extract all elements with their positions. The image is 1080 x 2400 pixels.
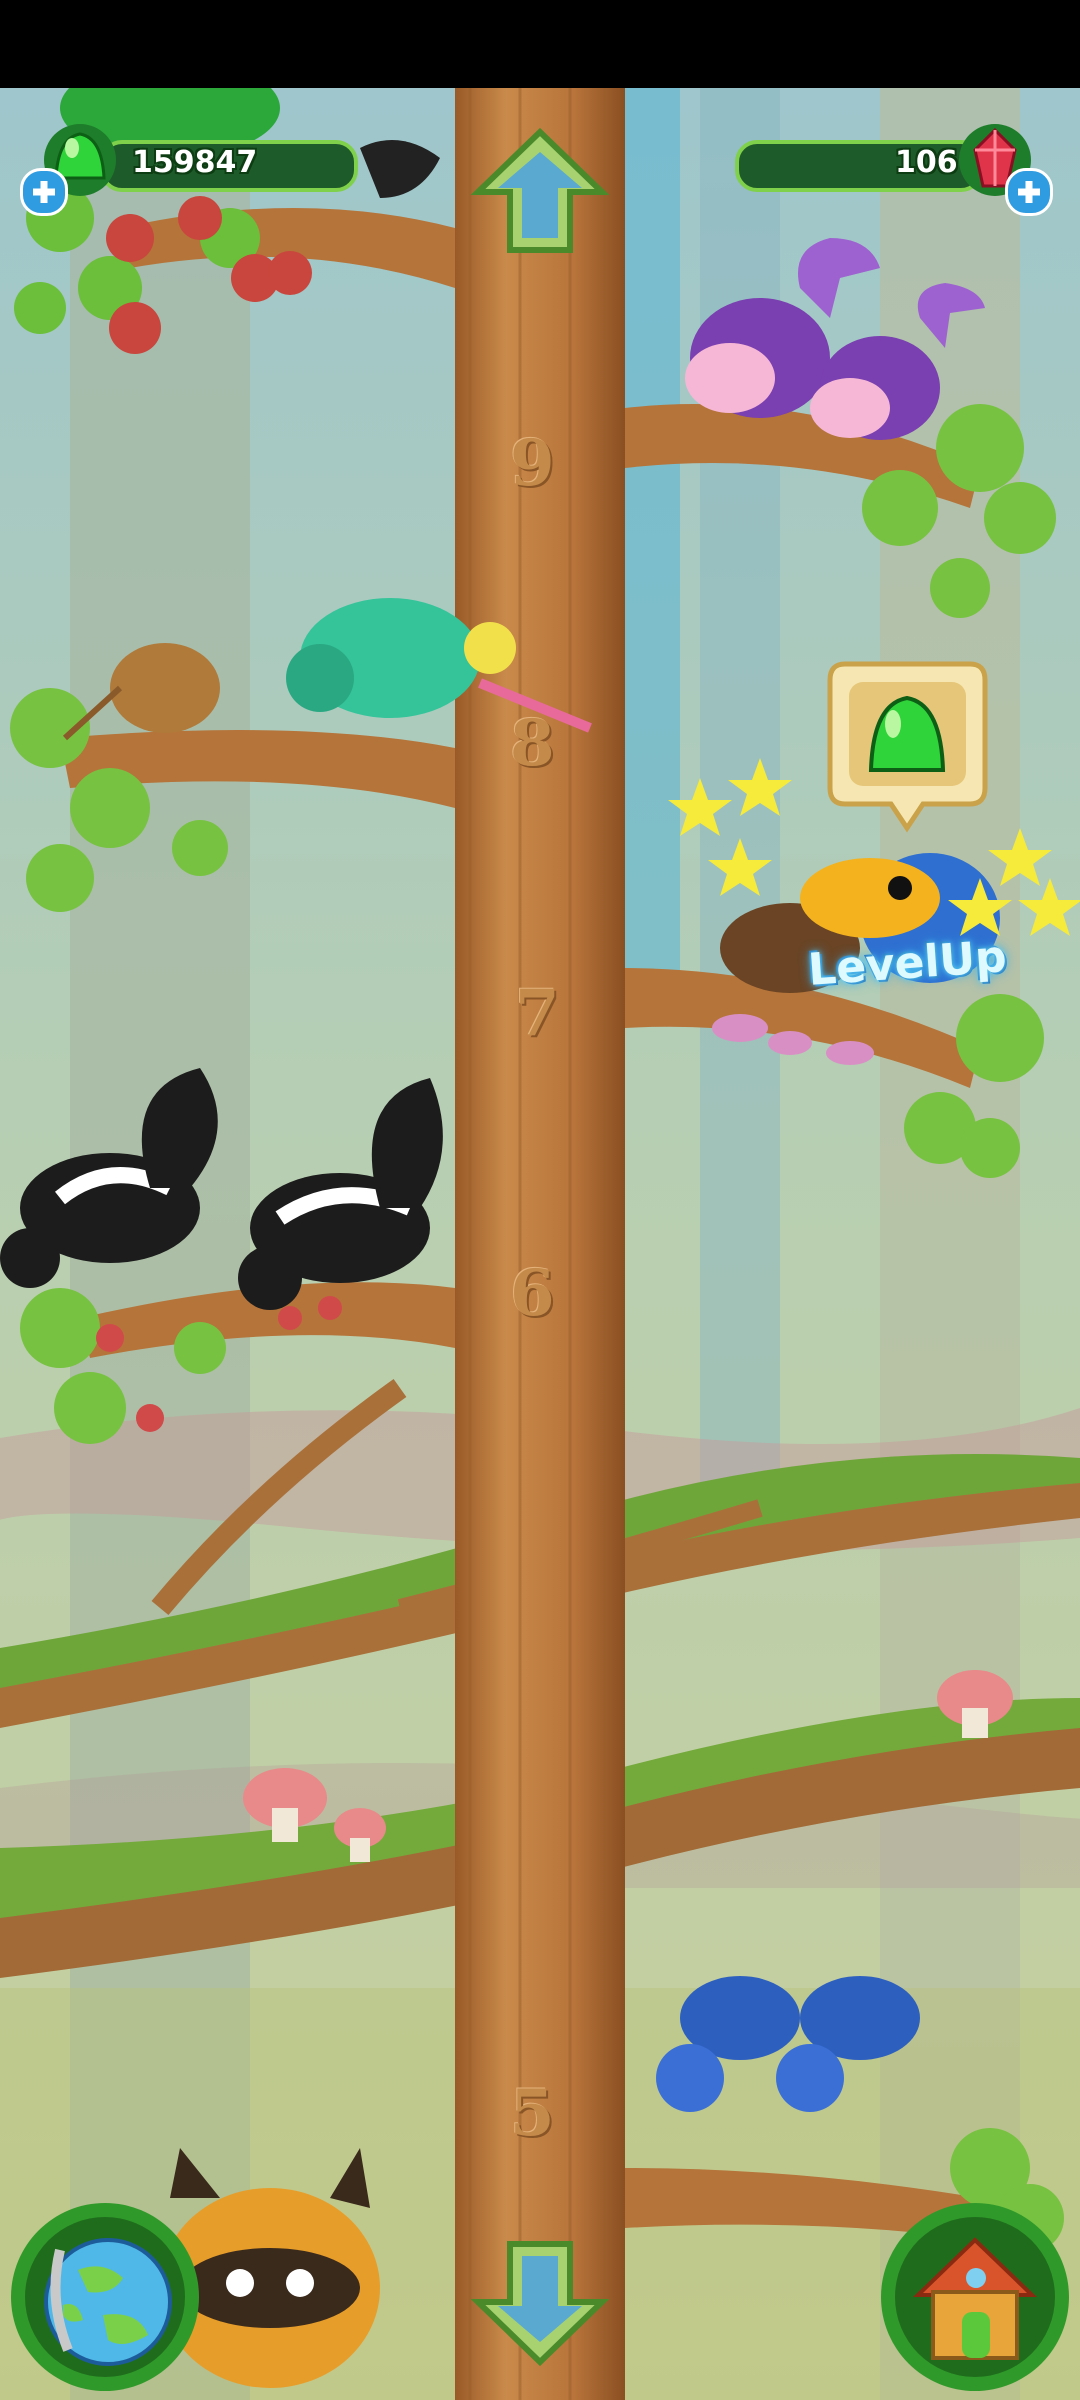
status-bar xyxy=(0,0,1080,88)
skunk-pair[interactable] xyxy=(0,1048,450,1308)
ruby-count: 106 xyxy=(895,145,958,180)
scroll-up-button[interactable] xyxy=(470,126,610,258)
plus-icon xyxy=(1018,181,1040,203)
plus-icon xyxy=(33,181,55,203)
levelup-gem-bubble[interactable] xyxy=(825,658,990,833)
gem-counter: 159847 xyxy=(20,120,360,216)
branch-number-5: 5 xyxy=(510,2076,555,2151)
scroll-down-button[interactable] xyxy=(470,2236,610,2368)
dodo-pair[interactable] xyxy=(660,238,1000,418)
green-gem-icon xyxy=(827,661,988,833)
home-button[interactable] xyxy=(878,2200,1072,2394)
add-gems-button[interactable] xyxy=(20,168,68,216)
branch-number-7: 7 xyxy=(515,976,560,1051)
kiwi-chameleon-pair[interactable] xyxy=(60,638,560,788)
branch-number-9: 9 xyxy=(510,426,555,501)
house-icon xyxy=(881,2203,1069,2391)
toucan[interactable] xyxy=(760,828,1060,1038)
globe-icon xyxy=(11,2203,199,2391)
game-scene: 159847 106 9 8 7 6 5 LevelUp xyxy=(0,88,1080,2400)
arrow-down-icon xyxy=(470,2241,610,2367)
branch-number-6: 6 xyxy=(510,1256,555,1331)
spider-pair[interactable] xyxy=(620,1968,940,2118)
ruby-counter: 106 xyxy=(735,120,1055,216)
arrow-up-icon xyxy=(470,127,610,253)
world-map-button[interactable] xyxy=(8,2200,202,2394)
add-rubies-button[interactable] xyxy=(1005,168,1053,216)
gem-count: 159847 xyxy=(132,145,258,180)
